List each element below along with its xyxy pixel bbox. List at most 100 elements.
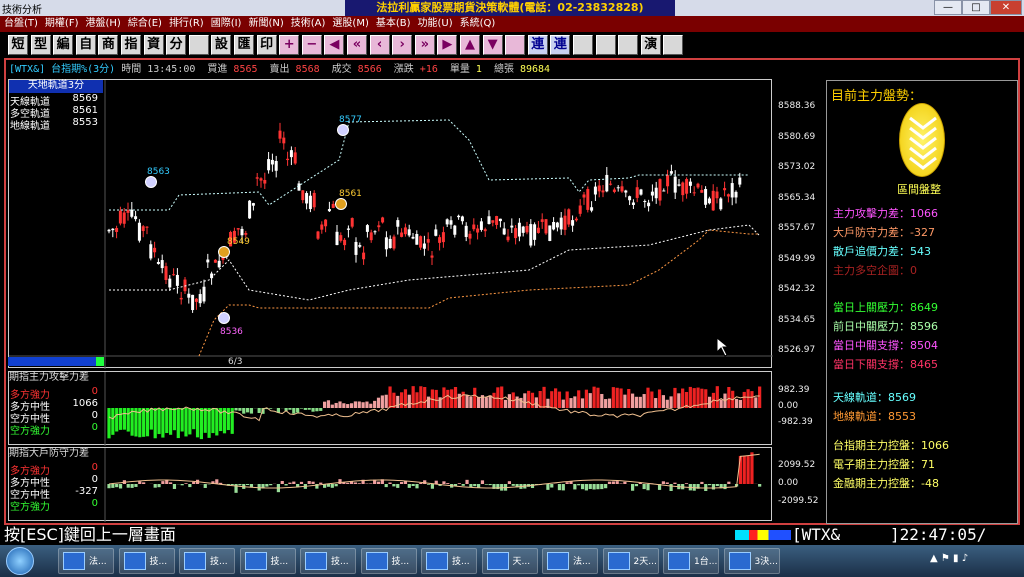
toolbar-button-20[interactable]: ▲ <box>460 35 480 55</box>
toolbar-button-7[interactable]: 分 <box>166 35 187 55</box>
candle <box>529 219 533 248</box>
defense-bar <box>234 484 238 493</box>
menu-item-3[interactable]: 綜合(E) <box>128 18 162 29</box>
toolbar-button-15[interactable]: « <box>347 35 367 55</box>
defense-bar <box>411 484 415 486</box>
taskbar-item[interactable]: 技... <box>421 548 477 574</box>
close-button[interactable]: ✕ <box>990 0 1022 15</box>
candle <box>236 228 240 236</box>
defense-bar <box>611 481 615 484</box>
taskbar-item[interactable]: 技... <box>360 548 417 574</box>
taskbar-item[interactable]: 法... <box>58 548 114 574</box>
menu-item-6[interactable]: 新聞(N) <box>248 18 283 29</box>
candle <box>289 146 293 166</box>
toolbar-button-17[interactable]: › <box>392 35 413 55</box>
toolbar-button-9[interactable]: 設 <box>211 35 232 55</box>
menu-item-1[interactable]: 期權(F) <box>45 18 79 29</box>
minimize-button[interactable]: — <box>934 0 962 15</box>
taskbar-item[interactable]: 天... <box>481 548 538 574</box>
toolbar-button-23[interactable]: 連 <box>527 35 548 55</box>
menu-item-4[interactable]: 排行(R) <box>169 18 204 29</box>
attack-bar <box>742 391 746 408</box>
toolbar-button-29[interactable] <box>663 35 684 55</box>
trend-badge-label: 區間盤整 <box>897 183 941 196</box>
toolbar-button-2[interactable]: 編 <box>53 35 74 55</box>
defense-bar <box>265 484 269 487</box>
defense-diff-panel[interactable] <box>8 447 772 522</box>
candle <box>700 185 704 193</box>
taskbar-item[interactable]: 技... <box>300 548 356 574</box>
toolbar-button-22[interactable] <box>505 35 526 55</box>
toolbar-button-24[interactable]: 連 <box>550 35 571 55</box>
orbit-line <box>198 229 759 357</box>
menu-item-10[interactable]: 功能(U) <box>418 18 453 29</box>
candle <box>259 177 263 188</box>
defense-bar <box>715 484 719 487</box>
taskbar-item[interactable]: 1台... <box>663 548 719 574</box>
toolbar-button-18[interactable]: » <box>414 35 435 55</box>
toolbar-button-6[interactable]: 資 <box>143 35 164 55</box>
taskbar-item[interactable]: 技... <box>118 548 175 574</box>
attack-bar <box>704 389 708 408</box>
menu-item-2[interactable]: 港盤(H) <box>85 18 120 29</box>
menu-item-5[interactable]: 國際(I) <box>211 18 242 29</box>
defense-bar <box>407 484 411 488</box>
candle <box>324 219 328 233</box>
marker-label: 8561 <box>339 189 362 199</box>
legend-value: 1066 <box>72 398 98 409</box>
attack-bar <box>580 398 585 408</box>
defense-bar <box>604 484 608 489</box>
attack-bar <box>234 408 238 411</box>
toolbar-button-26[interactable] <box>595 35 616 55</box>
candle <box>149 240 153 261</box>
toolbar-button-8[interactable] <box>188 35 209 55</box>
menu-bar: 台盤(T) 期權(F) 港盤(H) 綜合(E) 排行(R) 國際(I) 新聞(N) 技術(A)… <box>0 16 1024 32</box>
toolbar-button-19[interactable]: ▶ <box>437 35 458 55</box>
toolbar-button-21[interactable]: ▼ <box>482 35 503 55</box>
scroll-indicator[interactable] <box>8 357 104 366</box>
maximize-button[interactable]: □ <box>962 0 990 15</box>
taskbar-item[interactable]: 技... <box>239 548 296 574</box>
taskbar-item[interactable]: 技... <box>179 548 235 574</box>
price-chart-panel[interactable]: 8577 8563 8549 8561 8536 <box>8 79 773 369</box>
toolbar-button-16[interactable]: ‹ <box>369 35 390 55</box>
toolbar-button-0[interactable]: 短 <box>8 35 28 55</box>
menu-item-7[interactable]: 技術(A) <box>291 18 326 29</box>
menu-item-8[interactable]: 選股(M) <box>332 18 368 29</box>
toolbar-button-1[interactable]: 型 <box>30 35 51 55</box>
toolbar-button-28[interactable]: 演 <box>640 35 661 55</box>
menu-item-0[interactable]: 台盤(T) <box>4 18 38 29</box>
attack-diff-panel[interactable] <box>8 371 772 446</box>
toolbar-button-3[interactable]: 自 <box>75 35 96 55</box>
taskbar-item[interactable]: 3決... <box>723 548 780 574</box>
attack-bar <box>569 398 573 408</box>
menu-item-9[interactable]: 基本(B) <box>376 18 411 29</box>
toolbar-button-27[interactable] <box>618 35 639 55</box>
scroll-thumb[interactable] <box>96 357 104 366</box>
toolbar-button-4[interactable]: 商 <box>98 35 119 55</box>
candle <box>381 216 385 224</box>
candle <box>597 179 601 198</box>
toolbar-button-13[interactable]: − <box>301 35 322 55</box>
attack-bar <box>638 396 642 408</box>
candle <box>631 199 635 209</box>
candle <box>590 201 594 213</box>
toolbar-button-11[interactable]: 印 <box>256 35 277 55</box>
toolbar-button-10[interactable]: 匯 <box>234 35 254 55</box>
menu-item-11[interactable]: 系統(Q) <box>460 18 496 29</box>
marker-label: 8577 <box>339 115 362 125</box>
toolbar-button-25[interactable] <box>573 35 593 55</box>
taskbar-item[interactable]: 法... <box>542 548 598 574</box>
taskbar-label: 3決... <box>754 557 778 567</box>
marker-label: 8536 <box>220 327 243 337</box>
toolbar-button-5[interactable]: 指 <box>121 35 141 55</box>
candle <box>111 228 115 238</box>
legend-row: 空方中性 0 <box>10 410 102 425</box>
attack-bar <box>188 408 192 435</box>
start-button[interactable] <box>6 547 34 575</box>
candle <box>430 250 434 265</box>
defense-bar <box>161 481 165 484</box>
toolbar-button-14[interactable]: ◀ <box>324 35 345 55</box>
taskbar-item[interactable]: 2天... <box>602 548 659 574</box>
toolbar-button-12[interactable]: + <box>279 35 300 55</box>
